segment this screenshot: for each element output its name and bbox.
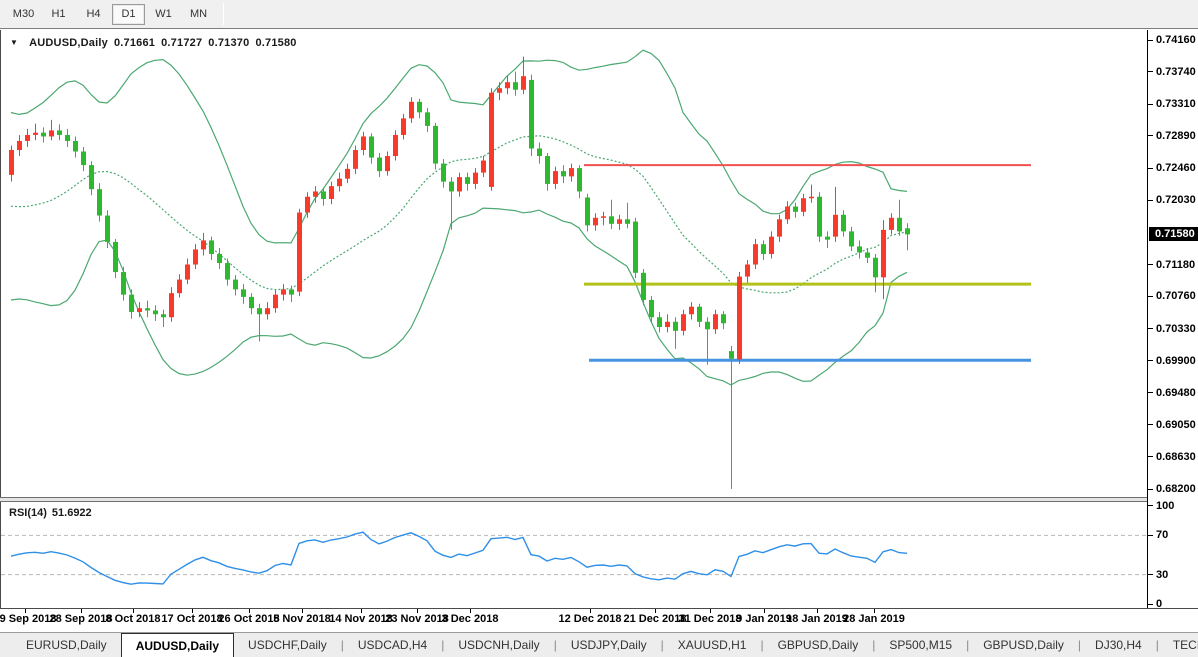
timeframe-toolbar: M30H1H4D1W1MN [0,0,1198,29]
panel-splitter[interactable] [0,497,1198,502]
rsi-axis-label: 70 [1156,529,1168,541]
price-axis-label: 0.72890 [1156,130,1196,142]
chart-low-value: 0.71370 [208,37,249,49]
price-axis-label: 0.68630 [1156,451,1196,463]
timeframe-button-m30[interactable]: M30 [7,4,40,25]
price-axis-tick [1148,71,1153,72]
price-axis-tick [1148,392,1153,393]
date-axis-label: 28 Jan 2019 [843,613,905,625]
date-axis-label: 17 Oct 2018 [161,613,222,625]
date-axis-label: 14 Nov 2018 [329,613,393,625]
chart-tab-usdcnh-4[interactable]: USDCNH,Daily [444,633,553,657]
chart-tab-usdchf-2[interactable]: USDCHF,Daily [234,633,341,657]
timeframe-button-h4[interactable]: H4 [77,4,110,25]
price-axis-tick [1148,424,1153,425]
chart-tab-xauusd-6[interactable]: XAUUSD,H1 [664,633,761,657]
date-axis-label: 28 Sep 2018 [50,613,113,625]
price-axis-tick [1148,456,1153,457]
chart-tab-audusd-1[interactable]: AUDUSD,Daily [121,633,234,657]
chart-tab-bar: EURUSD,DailyAUDUSD,DailyUSDCHF,Daily|USD… [0,632,1198,657]
price-axis-tick [1148,104,1153,105]
price-axis-tick [1148,40,1153,41]
chart-tab-usdjpy-5[interactable]: USDJPY,Daily [557,633,661,657]
price-axis-label: 0.71180 [1156,259,1195,271]
date-axis-label: 9 Jan 2019 [736,613,792,625]
date-axis[interactable]: 19 Sep 201828 Sep 20188 Oct 201817 Oct 2… [0,609,1198,632]
price-axis-tick [1148,168,1153,169]
price-axis-tick [1148,200,1153,201]
date-axis-label: 18 Jan 2019 [786,613,848,625]
date-axis-label: 8 Oct 2018 [105,613,160,625]
price-axis-label: 0.72460 [1156,162,1196,174]
chart-symbol-label: AUDUSD,Daily [29,37,108,49]
price-axis-label: 0.74160 [1156,34,1196,46]
chart-high-value: 0.71727 [161,37,202,49]
price-axis[interactable]: 0.74160 0.73740 0.73310 0.72890 0.72460 0.720… [1147,30,1198,608]
price-axis-label: 0.69900 [1156,355,1196,367]
rsi-name: RSI(14) [9,507,47,519]
price-axis-tick [1148,264,1153,265]
chart-title: ▼ AUDUSD,Daily 0.71661 0.71727 0.71370 0.7158… [10,37,297,49]
timeframe-button-h1[interactable]: H1 [42,4,75,25]
rsi-panel[interactable]: RSI(14) 51.6922 [0,502,1147,608]
candlestick-chart-canvas[interactable] [1,30,1148,497]
date-axis-label: 12 Dec 2018 [559,613,622,625]
rsi-chart-canvas[interactable] [1,502,1148,608]
chart-tab-usdcad-3[interactable]: USDCAD,H4 [344,633,441,657]
date-axis-label: 26 Oct 2018 [218,613,279,625]
rsi-axis-label: 100 [1156,500,1174,512]
price-axis-tick [1148,135,1153,136]
price-axis-label: 0.70330 [1156,323,1196,335]
chart-tab-eurusd-0[interactable]: EURUSD,Daily [12,633,121,657]
chart-tab-gbpusd-9[interactable]: GBPUSD,Daily [969,633,1078,657]
date-axis-label: 31 Dec 2018 [679,613,742,625]
rsi-axis-tick [1148,535,1153,536]
timeframe-button-d1[interactable]: D1 [112,4,145,25]
current-price-badge: 0.71580 [1149,227,1198,241]
chart-tab-gbpusd-7[interactable]: GBPUSD,Daily [764,633,873,657]
rsi-axis-tick [1148,604,1153,605]
chart-close-value: 0.71580 [255,37,296,49]
rsi-axis-label: 30 [1156,569,1168,581]
chart-tab-tech100-11[interactable]: TECH100,H1 [1159,633,1198,657]
price-axis-label: 0.73310 [1156,98,1196,110]
date-axis-label: 5 Nov 2018 [273,613,330,625]
chart-open-value: 0.71661 [114,37,155,49]
price-axis-label: 0.72030 [1156,194,1196,206]
price-axis-label: 0.69050 [1156,419,1196,431]
price-axis-label: 0.70760 [1156,290,1196,302]
toolbar-separator [223,3,224,25]
price-axis-tick [1148,296,1153,297]
chart-tab-sp500-8[interactable]: SP500,M15 [875,633,966,657]
timeframe-button-w1[interactable]: W1 [147,4,180,25]
rsi-indicator-label: RSI(14) 51.6922 [9,507,92,519]
price-axis-tick [1148,328,1153,329]
price-axis-tick [1148,360,1153,361]
rsi-axis-tick [1148,574,1153,575]
date-axis-label: 23 Nov 2018 [385,613,449,625]
date-axis-label: 21 Dec 2018 [624,613,687,625]
price-axis-tick [1148,489,1153,490]
rsi-value: 51.6922 [52,507,92,519]
rsi-axis-tick [1148,505,1153,506]
mt4-window: M30H1H4D1W1MN ▼ AUDUSD,Daily 0.71661 0.7172… [0,0,1198,657]
main-chart-panel[interactable]: ▼ AUDUSD,Daily 0.71661 0.71727 0.71370 0.7158… [0,30,1147,497]
price-axis-label: 0.73740 [1156,66,1196,78]
chart-tab-dj30-10[interactable]: DJ30,H4 [1081,633,1156,657]
date-axis-label: 3 Dec 2018 [442,613,499,625]
timeframe-button-mn[interactable]: MN [182,4,215,25]
date-axis-label: 19 Sep 2018 [0,613,57,625]
price-axis-label: 0.68200 [1156,483,1196,495]
chart-dropdown-caret[interactable]: ▼ [10,38,18,47]
price-axis-label: 0.69480 [1156,387,1196,399]
